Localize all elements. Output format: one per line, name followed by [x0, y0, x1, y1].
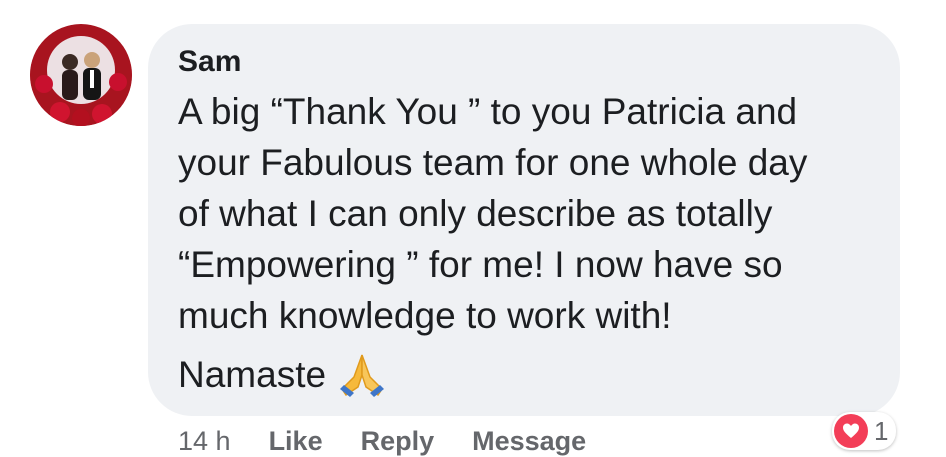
- reaction-count: 1: [874, 415, 889, 446]
- comment-signoff-line: Namaste: [178, 349, 870, 400]
- folded-hands-icon: [336, 353, 388, 397]
- comment-bubble: Sam A big “Thank You ” to you Patricia a…: [148, 24, 900, 416]
- comment-actions: 14 h Like Reply Message: [178, 426, 586, 457]
- message-button[interactable]: Message: [472, 426, 586, 457]
- like-button[interactable]: Like: [269, 426, 323, 457]
- reply-button[interactable]: Reply: [361, 426, 435, 457]
- heart-icon: [834, 414, 868, 448]
- comment-signoff: Namaste: [178, 354, 327, 395]
- comment-body: A big “Thank You ” to you Patricia and y…: [178, 91, 808, 336]
- profile-photo: [30, 24, 132, 126]
- comment-timestamp[interactable]: 14 h: [178, 426, 231, 457]
- reaction-summary[interactable]: 1: [832, 412, 897, 450]
- avatar[interactable]: [30, 24, 132, 126]
- comment-author[interactable]: Sam: [178, 44, 870, 80]
